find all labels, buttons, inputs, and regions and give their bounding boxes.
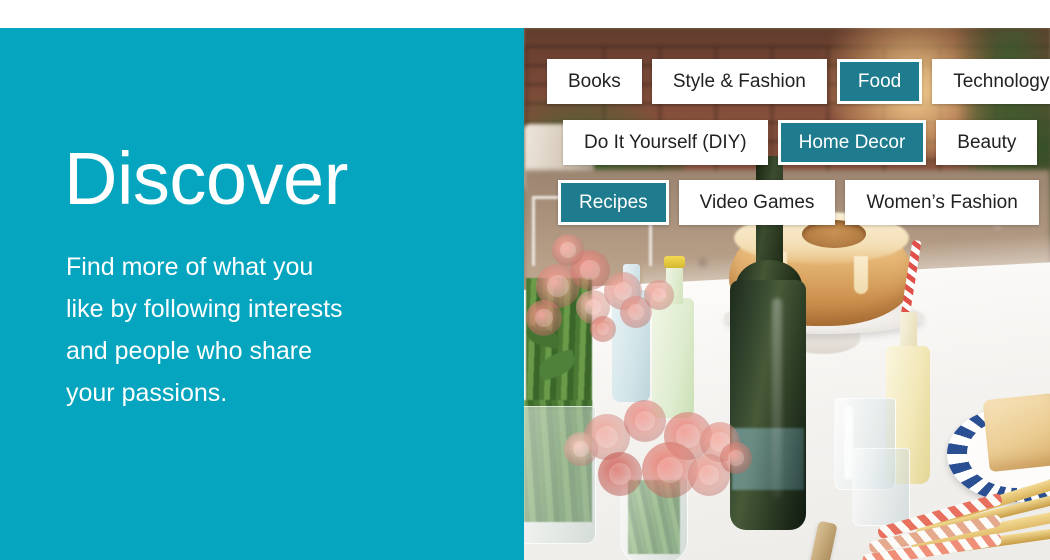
page-title: Discover [64,137,348,220]
promo-description-line: like by following interests [66,295,343,323]
interest-tag-beauty[interactable]: Beauty [936,120,1038,165]
interest-tag-women-s-fashion[interactable]: Women’s Fashion [845,180,1039,225]
interest-tag-do-it-yourself-diy[interactable]: Do It Yourself (DIY) [563,120,768,165]
top-white-band [0,0,1050,28]
promo-description-line: and people who share [66,337,313,365]
interest-tag-style-fashion[interactable]: Style & Fashion [651,59,827,104]
interest-tag-books[interactable]: Books [547,59,642,104]
interest-tag-row: Books Style & Fashion Food Technology [547,59,1050,104]
interest-tag-cloud: Books Style & Fashion Food Technology Do It… [524,28,1050,560]
interest-tag-food[interactable]: Food [836,59,923,104]
interest-tag-home-decor[interactable]: Home Decor [777,120,927,165]
promo-description-line: Find more of what you [66,253,314,281]
promo-description: Find more of what you like by following … [66,246,446,414]
promo-panel: Discover Find more of what you like by f… [0,28,524,560]
interest-tag-recipes[interactable]: Recipes [558,180,669,225]
interest-tag-row: Do It Yourself (DIY) Home Decor Beauty [563,120,1038,165]
discover-promo-screen: Discover Find more of what you like by f… [0,0,1050,560]
interest-tag-video-games[interactable]: Video Games [678,180,836,225]
interest-tag-technology[interactable]: Technology [932,59,1050,104]
interest-tag-row: Recipes Video Games Women’s Fashion [558,180,1039,225]
promo-description-line: your passions. [66,379,228,407]
